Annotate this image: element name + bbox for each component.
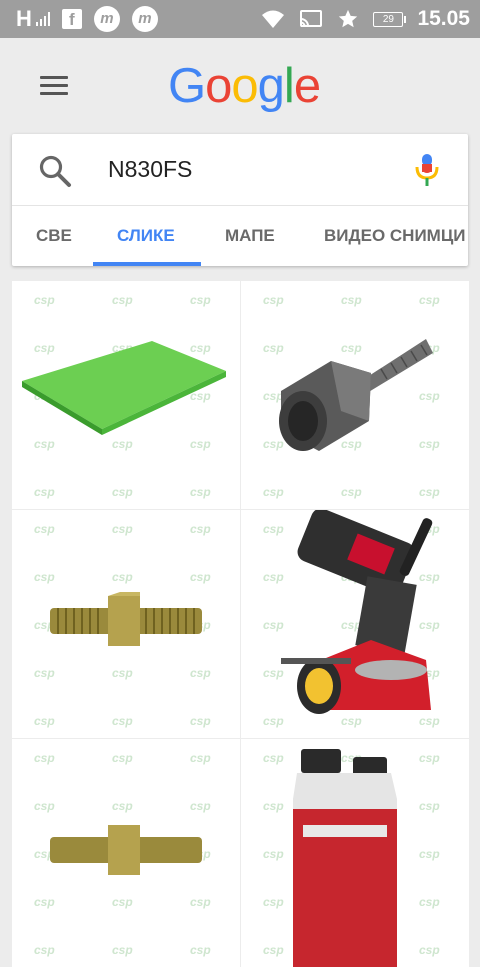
cast-icon [300, 10, 323, 27]
image-result[interactable]: cspcspcspcspcspcspcspcspcspcspcspcspcspc… [241, 281, 469, 509]
image-result[interactable]: cspcspcspcspcspcspcspcspcspcspcspcspcspc… [12, 281, 240, 509]
star-icon [339, 9, 358, 28]
search-card: N830FS СВЕ СЛИКЕ МАПЕ ВИДЕО СНИМЦИ [12, 134, 468, 266]
microphone-icon[interactable] [412, 152, 442, 188]
image-result[interactable]: cspcspcspcspcspcspcspcspcspcspcspcspcspc… [241, 510, 469, 738]
tab-maps[interactable]: МАПЕ [225, 206, 275, 266]
double-threaded-stud-image [50, 592, 202, 646]
search-tabs: СВЕ СЛИКЕ МАПЕ ВИДЕО СНИМЦИ [12, 206, 468, 266]
oil-bottle-image [293, 749, 397, 967]
logo-letter: l [283, 59, 295, 113]
image-result[interactable]: cspcspcspcspcspcspcspcspcspcspcspcspcspc… [12, 510, 240, 738]
logo-letter: G [168, 59, 206, 113]
logo-letter: e [293, 59, 321, 113]
green-plate-image [22, 341, 226, 435]
wifi-icon [262, 10, 285, 28]
m-app-icon-2: m [131, 6, 158, 32]
clock: 15.05 [417, 7, 470, 30]
active-tab-indicator [93, 262, 201, 266]
status-bar-left: H f m m [16, 5, 158, 33]
network-type-label: H [16, 6, 32, 31]
tab-images[interactable]: СЛИКЕ [117, 206, 175, 266]
facebook-icon: f [61, 9, 82, 29]
tab-all[interactable]: СВЕ [36, 206, 72, 266]
google-logo[interactable]: Google [168, 58, 321, 114]
image-result[interactable]: cspcspcspcspcspcspcspcspcspcspcspcspcspc… [12, 739, 240, 967]
search-icon[interactable] [38, 154, 72, 188]
chain-sharpener-image [281, 510, 433, 714]
logo-letter: g [257, 59, 285, 113]
menu-icon[interactable] [38, 74, 70, 98]
tab-videos[interactable]: ВИДЕО СНИМЦИ [324, 206, 465, 266]
threaded-adapter-image [279, 339, 433, 451]
logo-letter: o [205, 59, 232, 113]
signal-icon [35, 12, 50, 26]
battery-icon: 29 [373, 11, 407, 27]
image-result[interactable]: cspcspcspcspcspcspcspcspcspcspcspcspcspc… [241, 739, 469, 967]
status-bar: H f m m 29 15.05 [0, 0, 480, 38]
search-input[interactable]: N830FS [108, 156, 192, 183]
logo-letter: o [231, 59, 258, 113]
status-bar-right: 29 15.05 [261, 4, 470, 34]
m-app-icon: m [93, 6, 120, 32]
double-threaded-stud-2-image [50, 825, 202, 875]
